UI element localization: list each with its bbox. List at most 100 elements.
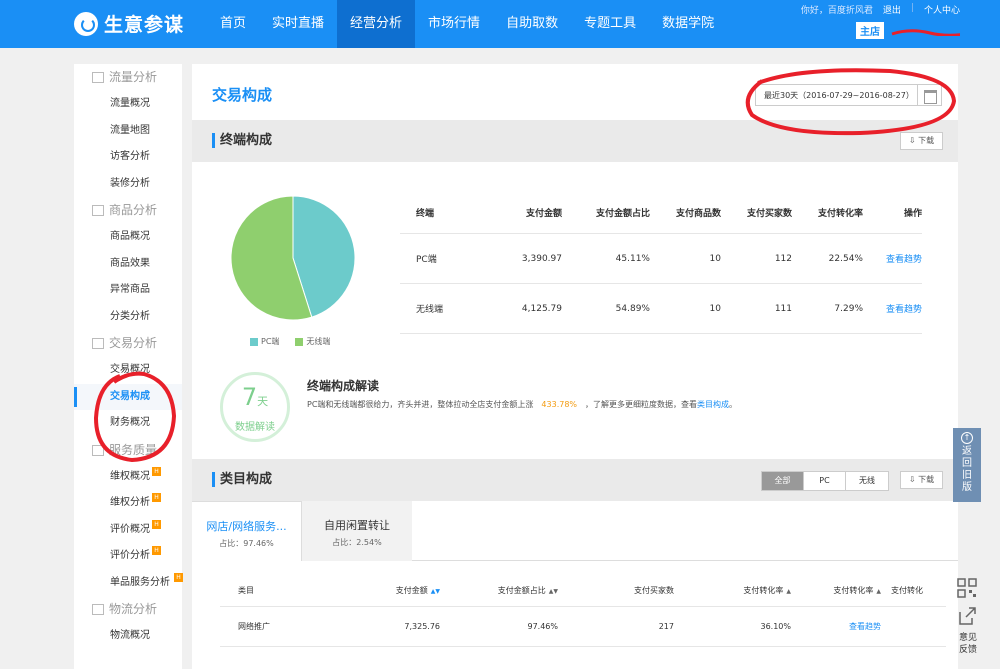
nav-academy[interactable]: 数据学院 [649,0,727,48]
sidebar-item-transaction-overview[interactable]: 交易概况 [74,357,182,384]
view-trend-link[interactable]: 查看趋势 [863,252,922,265]
column-header: 终端 [416,209,435,219]
nav-self-service-data[interactable]: 自助取数 [493,0,571,48]
cell-buyers: 112 [774,253,792,264]
page-title: 交易构成 [212,86,273,104]
table-row: 无线端 4,125.79 54.89% 10 111 7.29% 查看趋势 [400,284,922,334]
category-tabs: 网店/网络服务... 占比：97.46% 自用闲置转让 占比：2.54% [192,501,958,561]
cell-amount: 3,390.97 [521,253,562,264]
nav-market[interactable]: 市场行情 [415,0,493,48]
filter-wireless[interactable]: 无线 [846,472,888,490]
calendar-icon[interactable] [917,85,941,105]
legend-swatch [250,337,258,346]
sidebar-item-traffic-overview[interactable]: 流量概况 [74,91,182,118]
nav-live[interactable]: 实时直播 [259,0,337,48]
column-header: 操作 [903,209,922,219]
brand-logo[interactable]: 生意参谋 [74,10,184,37]
sidebar-item-item-service-analysis[interactable]: 单品服务分析 H [74,570,183,597]
return-old-version-button[interactable]: ↑ 返 回 旧 版 [953,428,981,502]
column-header: 支付金额占比 [595,209,650,219]
cell-category: 网络推广 [238,622,270,631]
logo-icon [74,11,98,36]
nav-business-analysis[interactable]: 经营分析 [337,0,416,48]
sidebar-group-service: 服务质量 [74,437,182,464]
cell-amount: 4,125.79 [521,303,562,314]
shop-switcher[interactable]: 主店 [856,22,960,39]
interpretation-text: PC端和无线端都很给力，齐头并进，整体拉动全店支付金额上涨 433.78% ，了解更… [307,400,738,409]
table-row: PC端 3,390.97 45.11% 10 112 22.54% 查看趋势 [400,234,922,284]
tab-online-service[interactable]: 网店/网络服务... 占比：97.46% [192,501,302,561]
section-title: 类目构成 [212,472,272,487]
table-header: 类目 支付金额 ▲▼ 支付金额占比 ▲▼ 支付买家数 支付转化率 ▲ 支付转化率 ▲ 支… [220,575,946,607]
terminal-pie-chart [230,195,356,321]
sidebar-item-product-effect[interactable]: 商品效果 [74,251,182,278]
sidebar-item-finance-overview[interactable]: 财务概况 [74,410,182,437]
date-range-picker[interactable]: 最近30天（2016-07-29~2016-08-27） [755,84,942,106]
sidebar-item-rights-analysis[interactable]: 维权分析 H [74,490,182,517]
filter-all[interactable]: 全部 [762,472,804,490]
sidebar-item-transaction-composition[interactable]: 交易构成 [74,383,182,410]
cart-icon [92,338,104,349]
sidebar-item-review-analysis[interactable]: 评价分析 H [74,543,182,570]
feedback-button[interactable]: 意见 反馈 [954,632,982,656]
category-table: 类目 支付金额 ▲▼ 支付金额占比 ▲▼ 支付买家数 支付转化率 ▲ 支付转化率 ▲ 支… [220,575,946,647]
nav-tools[interactable]: 专题工具 [571,0,649,48]
sidebar-item-category-analysis[interactable]: 分类分析 [74,304,182,331]
hot-badge: H [152,546,161,555]
tab-personal-idle[interactable]: 自用闲置转让 占比：2.54% [302,501,412,561]
share-icon[interactable] [957,606,977,626]
brand-name: 生意参谋 [104,14,185,36]
sidebar-item-abnormal-product[interactable]: 异常商品 [74,277,182,304]
filter-pc[interactable]: PC [804,472,846,490]
sidebar-group-traffic: 流量分析 [74,64,182,91]
hot-badge: H [152,466,161,476]
growth-percentage: 433.78% [541,400,578,409]
main-nav: 首页 实时直播 经营分析 市场行情 自助取数 专题工具 数据学院 [207,0,727,48]
cell-share: 97.46% [527,622,558,631]
headset-icon [92,444,104,456]
sidebar-item-logistics-overview[interactable]: 物流概况 [74,623,182,650]
sort-amount[interactable]: 支付金额 ▲▼ [340,585,440,596]
column-header: 支付转化 [891,586,923,595]
legend-item-pc: PC端 [250,336,279,347]
legend-item-wireless: 无线端 [295,336,330,347]
sidebar-item-visitor-analysis[interactable]: 访客分析 [74,144,182,171]
download-button[interactable]: ⇩ 下载 [900,471,943,489]
sidebar-item-rights-overview[interactable]: 维权概况 H [74,464,182,491]
category-composition-link[interactable]: 类目构成 [697,400,729,409]
pie-legend: PC端 无线端 [250,336,330,347]
sidebar-item-review-overview[interactable]: 评价概况 H [74,517,182,544]
sort-conversion-2[interactable]: 支付转化率 ▲ [791,585,881,596]
cell-buyers: 217 [658,622,674,631]
view-trend-link[interactable]: 查看趋势 [791,621,881,632]
nav-home[interactable]: 首页 [207,0,259,48]
cell-share: 45.11% [615,253,650,264]
badge-days: 7 [241,383,258,411]
cell-goods: 10 [709,253,721,264]
sidebar-item-traffic-map[interactable]: 流量地图 [74,118,182,145]
download-button[interactable]: ⇩ 下载 [900,132,943,150]
terminal-table: 终端 支付金额 支付金额占比 支付商品数 支付买家数 支付转化率 操作 PC端 … [400,192,922,334]
sidebar: 流量分析 流量概况 流量地图 访客分析 装修分析 商品分析 商品概况 商品效果 … [74,64,183,669]
section-title: 终端构成 [212,133,272,148]
sort-share[interactable]: 支付金额占比 ▲▼ [440,585,558,596]
sort-conversion[interactable]: 支付转化率 ▲ [674,585,791,596]
hot-badge: H [152,519,161,529]
top-bar: 生意参谋 首页 实时直播 经营分析 市场行情 自助取数 专题工具 数据学院 你好… [0,0,1000,48]
column-header: 支付买家数 [634,586,674,595]
view-trend-link[interactable]: 查看趋势 [863,302,922,315]
date-range-text: 最近30天（2016-07-29~2016-08-27） [764,90,914,100]
cell-conversion: 22.54% [828,253,863,264]
arrow-up-icon: ↑ [961,432,973,444]
qr-code-icon[interactable] [957,578,977,598]
sidebar-item-product-overview[interactable]: 商品概况 [74,224,182,251]
hot-badge: H [174,572,183,582]
sidebar-item-decoration-analysis[interactable]: 装修分析 [74,171,182,198]
main-shop-badge: 主店 [856,22,884,39]
user-center-link[interactable]: 个人中心 [924,3,960,16]
logout-link[interactable]: 退出 [883,3,901,16]
cell-conversion: 7.29% [834,303,863,314]
table-row: 网络推广 7,325.76 97.46% 217 36.10% 查看趋势 [220,607,946,647]
data-interpretation-badge: 7天 数据解读 [220,372,290,442]
cell-terminal: PC端 [416,255,437,265]
